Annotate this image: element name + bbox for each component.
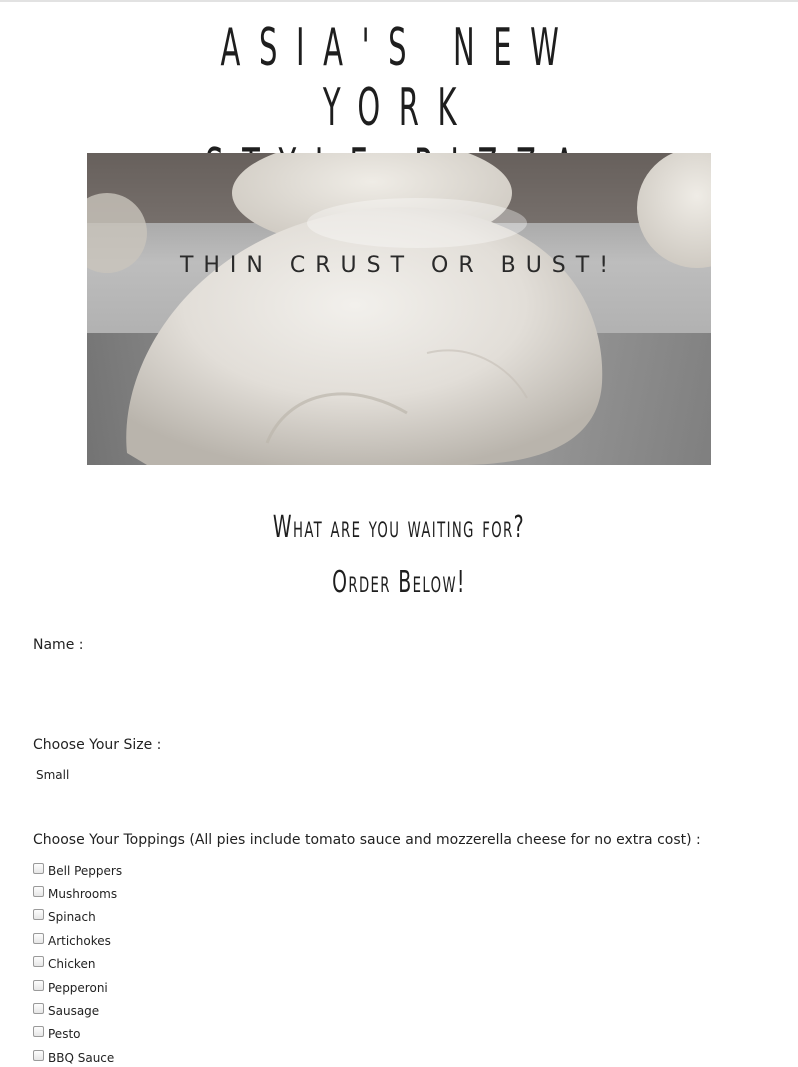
name-label: Name : [33,637,84,653]
topping-checkbox[interactable] [33,885,44,897]
topping-option[interactable]: Spinach [33,908,96,926]
topping-option[interactable]: Artichokes [33,932,111,950]
order-call-to-action: What are you waiting for? Order Below! [120,500,679,610]
topping-option[interactable]: Mushrooms [33,885,117,903]
topping-option[interactable]: Sausage [33,1002,99,1020]
dough-ball-image [87,153,711,465]
topping-label: Pesto [48,1027,81,1041]
topping-label: Mushrooms [48,887,118,901]
topping-checkbox[interactable] [33,908,44,920]
topping-checkbox[interactable] [33,862,44,874]
topping-label: BBQ Sauce [48,1051,115,1065]
topping-checkbox[interactable] [33,1002,44,1014]
topping-checkbox[interactable] [33,955,44,967]
topping-option[interactable]: Pepperoni [33,979,108,997]
hero-tagline: THIN CRUST OR BUST! [179,253,619,278]
toppings-label: Choose Your Toppings (All pies include t… [33,832,701,848]
topping-label: Sausage [48,1004,100,1018]
topping-checkbox[interactable] [33,1025,44,1037]
topping-option[interactable]: Pesto [33,1025,81,1043]
topping-label: Spinach [48,910,96,924]
size-select[interactable]: Small [36,768,69,782]
topping-label: Pepperoni [48,981,108,995]
cta-line-2: Order Below! [332,565,466,600]
topping-option[interactable]: Bell Peppers [33,862,122,880]
topping-option[interactable]: Chicken [33,955,95,973]
size-label: Choose Your Size : [33,737,162,753]
hero-banner: THIN CRUST OR BUST! [87,153,711,465]
top-border [0,0,798,2]
topping-label: Bell Peppers [48,864,123,878]
topping-label: Chicken [48,957,96,971]
site-title-line-1: ASIA'S NEW YORK [220,18,578,138]
topping-checkbox[interactable] [33,1049,44,1061]
topping-checkbox[interactable] [33,932,44,944]
topping-checkbox[interactable] [33,979,44,991]
cta-line-1: What are you waiting for? [272,510,526,545]
topping-option[interactable]: BBQ Sauce [33,1049,114,1067]
topping-label: Artichokes [48,934,111,948]
